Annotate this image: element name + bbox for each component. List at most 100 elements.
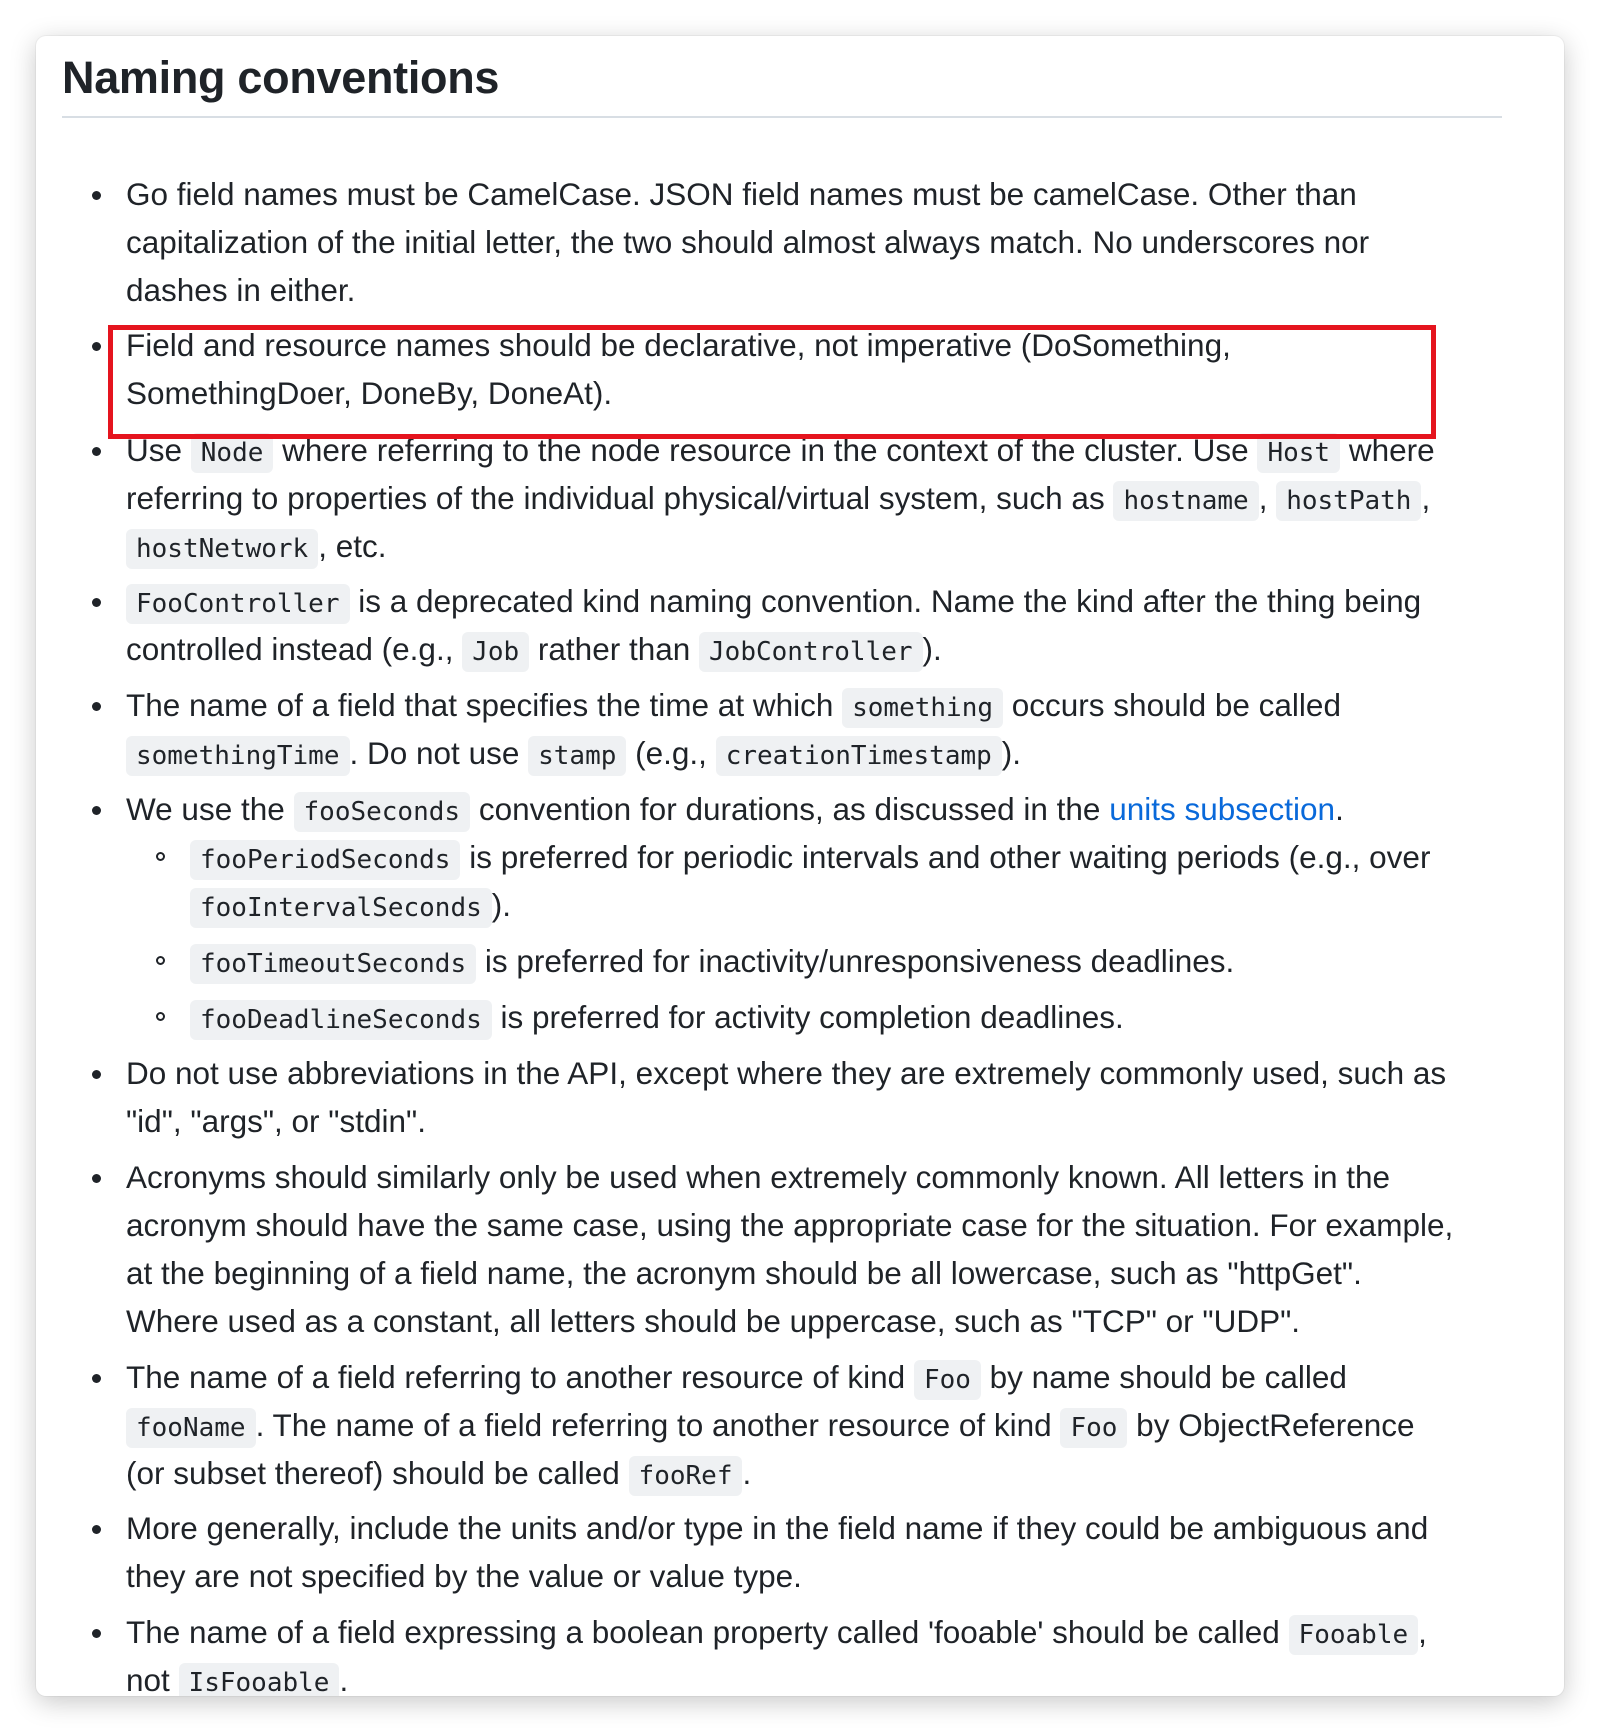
list-item-line: acronym should have the same case, using… xyxy=(126,1207,1454,1243)
list-item-line: at the beginning of a field name, the ac… xyxy=(126,1255,1362,1291)
list-item-line: not IsFooable. xyxy=(126,1656,1502,1696)
list-item-line: The name of a field referring to another… xyxy=(126,1353,1502,1401)
page-title: Naming conventions xyxy=(62,52,500,103)
sub-bullet xyxy=(156,852,165,861)
list-item-line: fooName. The name of a field referring t… xyxy=(126,1401,1502,1449)
list-item-line: The name of a field that specifies the t… xyxy=(126,681,1502,729)
text-segment: by ObjectReference xyxy=(1127,1407,1415,1443)
text-segment: referring to properties of the individua… xyxy=(126,480,1114,516)
document-body: Naming conventions Go field names must b… xyxy=(62,36,1502,1696)
text-segment: (or subset thereof) should be called xyxy=(126,1455,629,1491)
text-segment: . xyxy=(339,1662,349,1696)
code-fooname: fooName xyxy=(126,1408,256,1448)
highlight-box xyxy=(108,325,1436,439)
text-segment: , xyxy=(1418,1614,1427,1650)
list-item-line: fooPeriodSeconds is preferred for period… xyxy=(190,833,1502,881)
code-foo: Foo xyxy=(1060,1408,1128,1448)
bullet xyxy=(92,1525,101,1534)
list-item-line: fooIntervalSeconds). xyxy=(190,881,1502,929)
list-item-line: The name of a field expressing a boolean… xyxy=(126,1608,1502,1656)
text-segment: . xyxy=(742,1455,752,1491)
bullet xyxy=(92,191,101,200)
text-segment: , etc. xyxy=(318,528,387,564)
list-item-line: they are not specified by the value or v… xyxy=(126,1558,802,1594)
code-stamp: stamp xyxy=(528,736,627,776)
text-segment: (e.g., xyxy=(626,735,716,771)
code-isfooable: IsFooable xyxy=(178,1663,340,1696)
code-node: Node xyxy=(190,433,274,473)
text-segment: The name of a field that specifies the t… xyxy=(126,687,843,723)
code-fooseconds: fooSeconds xyxy=(293,792,471,832)
text-segment: The name of a field expressing a boolean… xyxy=(126,1614,1289,1650)
list-item-line: fooDeadlineSeconds is preferred for acti… xyxy=(190,993,1502,1041)
heading-divider xyxy=(62,116,1502,118)
list-item-line: FooController is a deprecated kind namin… xyxy=(126,577,1502,625)
code-something: something xyxy=(842,688,1004,728)
text-segment: We use the xyxy=(126,791,294,827)
text-segment: , xyxy=(1421,480,1431,516)
code-fooperiodseconds: fooPeriodSeconds xyxy=(190,840,461,880)
code-job: Job xyxy=(462,632,530,672)
list-item-line: dashes in either. xyxy=(126,272,356,308)
list-item-line: Go field names must be CamelCase. JSON f… xyxy=(126,176,1357,212)
code-host: Host xyxy=(1257,433,1341,473)
text-segment: ). xyxy=(922,631,942,667)
text-segment: is a deprecated kind naming convention. … xyxy=(349,583,1422,619)
list-item-line: "id", "args", or "stdin". xyxy=(126,1103,426,1139)
list-item-line: fooTimeoutSeconds is preferred for inact… xyxy=(190,937,1502,985)
text-segment: rather than xyxy=(529,631,700,667)
code-hostname: hostname xyxy=(1113,481,1259,521)
bullet xyxy=(92,447,101,456)
text-segment: occurs should be called xyxy=(1003,687,1341,723)
list-item-line: More generally, include the units and/or… xyxy=(126,1510,1429,1546)
bullet xyxy=(92,702,101,711)
bullet xyxy=(92,1070,101,1079)
code-somethingtime: somethingTime xyxy=(126,736,350,776)
document-card: Naming conventions Go field names must b… xyxy=(36,36,1564,1696)
list-item-line: We use the fooSeconds convention for dur… xyxy=(126,785,1502,833)
units-subsection-link[interactable]: units subsection xyxy=(1109,791,1335,827)
list-item-line: controlled instead (e.g., Job rather tha… xyxy=(126,625,1502,673)
sub-bullet xyxy=(156,1012,165,1021)
code-fooable: Fooable xyxy=(1288,1615,1419,1655)
list-item-line: Acronyms should similarly only be used w… xyxy=(126,1159,1391,1195)
bullet xyxy=(92,1374,101,1383)
bullet xyxy=(92,342,101,351)
list-item-line: referring to properties of the individua… xyxy=(126,474,1502,522)
code-foodeadlineseconds: fooDeadlineSeconds xyxy=(190,1000,492,1040)
list-item-line: hostNetwork, etc. xyxy=(126,522,1502,570)
code-foointervalseconds: fooIntervalSeconds xyxy=(190,888,492,928)
code-jobcontroller: JobController xyxy=(699,632,923,672)
text-segment: not xyxy=(126,1662,179,1696)
text-segment: convention for durations, as discussed i… xyxy=(470,791,1110,827)
text-segment: is preferred for activity completion dea… xyxy=(491,999,1124,1035)
text-segment: ). xyxy=(1001,735,1022,771)
text-segment: is preferred for inactivity/unresponsive… xyxy=(476,943,1235,979)
text-segment: is preferred for periodic intervals and … xyxy=(460,839,1431,875)
code-hostnetwork: hostNetwork xyxy=(126,529,319,569)
code-foocontroller: FooController xyxy=(126,584,350,624)
text-segment: by name should be called xyxy=(980,1359,1347,1395)
code-hostpath: hostPath xyxy=(1276,481,1422,521)
bullet xyxy=(92,1629,101,1638)
list-item-line: Where used as a constant, all letters sh… xyxy=(126,1303,1301,1339)
list-item-line: somethingTime. Do not use stamp (e.g., c… xyxy=(126,729,1502,777)
code-fooref: fooRef xyxy=(628,1456,743,1496)
bullet xyxy=(92,598,101,607)
code-footimeoutseconds: fooTimeoutSeconds xyxy=(190,944,477,984)
text-segment: . Do not use xyxy=(349,735,529,771)
list-item-line: (or subset thereof) should be called foo… xyxy=(126,1449,1502,1497)
list-item-line: Do not use abbreviations in the API, exc… xyxy=(126,1055,1447,1091)
text-segment: , xyxy=(1258,480,1277,516)
text-segment: . The name of a field referring to anoth… xyxy=(255,1407,1061,1443)
text-segment: The name of a field referring to another… xyxy=(126,1359,914,1395)
text-segment: . xyxy=(1335,791,1344,827)
list-item-line: capitalization of the initial letter, th… xyxy=(126,224,1370,260)
code-creationtimestamp: creationTimestamp xyxy=(715,736,1002,776)
sub-bullet xyxy=(156,956,165,965)
text-segment: controlled instead (e.g., xyxy=(126,631,463,667)
code-foo: Foo xyxy=(913,1360,981,1400)
bullet xyxy=(92,1174,101,1183)
bullet xyxy=(92,806,101,815)
text-segment: ). xyxy=(491,887,512,923)
